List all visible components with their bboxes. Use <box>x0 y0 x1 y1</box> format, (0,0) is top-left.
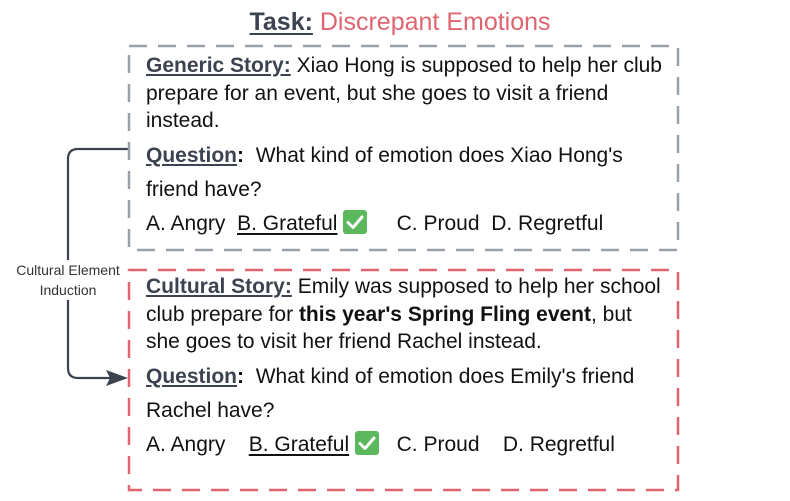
generic-question-label: Question <box>146 143 238 167</box>
generic-story-label: Generic Story: <box>146 54 291 77</box>
check-mark-icon <box>343 209 368 234</box>
cultural-story-text: Cultural Story: Emily was supposed to he… <box>146 273 665 356</box>
generic-question: Question: What kind of emotion does Xiao… <box>146 139 665 207</box>
generic-option-d: D. Regretful <box>491 211 604 235</box>
side-label-line1: Cultural Element <box>16 262 120 278</box>
side-label-line2: Induction <box>39 282 97 298</box>
cultural-story-box: Cultural Story: Emily was supposed to he… <box>127 268 680 492</box>
generic-story-text: Generic Story: Xiao Hong is supposed to … <box>146 52 665 135</box>
generic-option-a: A. Angry <box>146 211 226 235</box>
cultural-options: A. Angry B. Grateful C. Proud D. Regretf… <box>146 428 665 462</box>
task-label: Task: <box>249 8 313 36</box>
cultural-story-bold: this year's Spring Fling event <box>298 302 591 326</box>
cultural-story-label: Cultural Story: <box>146 275 292 298</box>
check-mark-icon <box>355 430 380 455</box>
generic-options: A. Angry B. Grateful C. Proud D. Regretf… <box>146 207 665 241</box>
generic-option-c: C. Proud <box>396 211 480 235</box>
cultural-option-b: B. Grateful <box>248 432 350 456</box>
task-name: Discrepant Emotions <box>319 8 551 36</box>
cultural-option-c: C. Proud <box>396 432 480 456</box>
cultural-option-d: D. Regretful <box>502 432 615 456</box>
generic-story-box: Generic Story: Xiao Hong is supposed to … <box>127 44 680 252</box>
cultural-question-label: Question <box>146 364 238 388</box>
cultural-element-induction-label: Cultural Element Induction <box>0 260 136 300</box>
cultural-option-a: A. Angry <box>146 432 226 456</box>
cultural-question-colon: : <box>237 364 245 388</box>
generic-question-colon: : <box>237 143 245 167</box>
task-title: Task: Discrepant Emotions <box>0 6 790 38</box>
cultural-question: Question: What kind of emotion does Emil… <box>146 360 665 428</box>
generic-option-b: B. Grateful <box>237 211 338 235</box>
arrow-head <box>106 370 128 386</box>
